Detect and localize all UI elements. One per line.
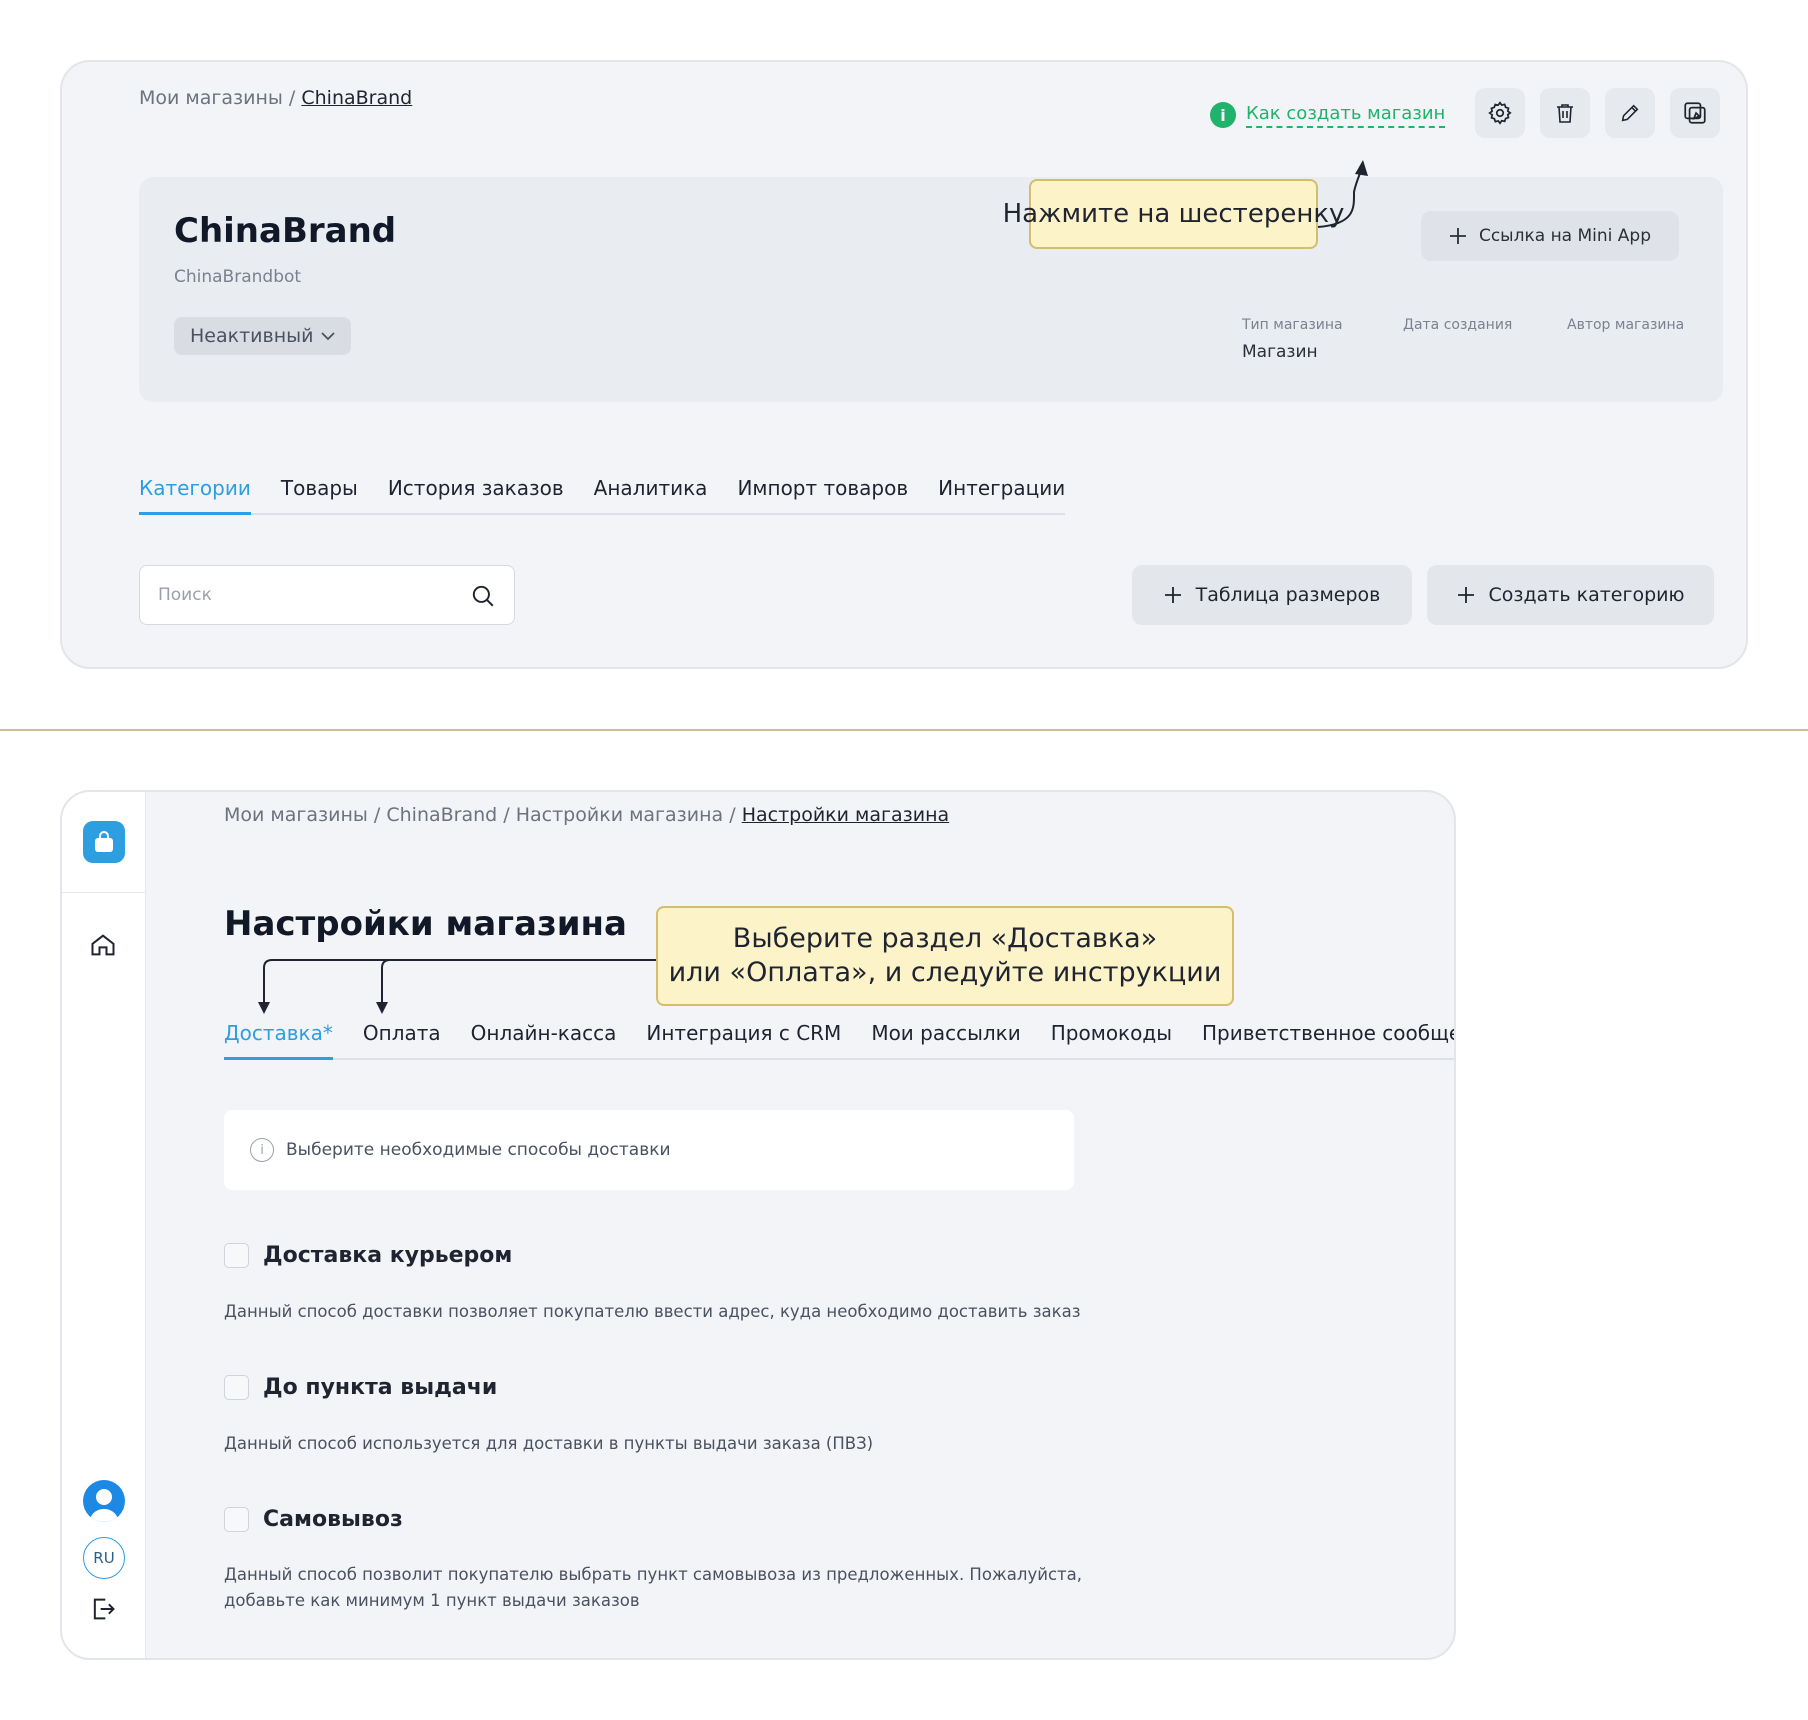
checkbox[interactable] bbox=[224, 1375, 249, 1400]
breadcrumb-settings[interactable]: Настройки магазина bbox=[516, 804, 723, 826]
user-icon bbox=[89, 1489, 119, 1522]
copy-icon bbox=[1684, 102, 1706, 124]
breadcrumb: Мои магазины / ChinaBrand bbox=[139, 87, 413, 109]
settings-tabs: Доставка* Оплата Онлайн-касса Интеграция… bbox=[224, 1021, 1454, 1060]
checkbox[interactable] bbox=[224, 1507, 249, 1532]
breadcrumb-current[interactable]: ChinaBrand bbox=[301, 87, 412, 109]
plus-icon bbox=[1164, 587, 1181, 603]
option-courier-desc: Данный способ доставки позволяет покупат… bbox=[224, 1302, 1081, 1321]
breadcrumb-my-stores[interactable]: Мои магазины bbox=[139, 87, 283, 109]
store-info-card: ChinaBrand ChinaBrandbot Неактивный Ссыл… bbox=[139, 177, 1723, 402]
plus-icon bbox=[1457, 587, 1474, 603]
sidebar-separator bbox=[62, 892, 146, 893]
app-logo[interactable] bbox=[83, 821, 125, 863]
tab-crm-integration[interactable]: Интеграция с CRM bbox=[646, 1021, 841, 1058]
meta-created-date: Дата создания bbox=[1403, 317, 1513, 333]
breadcrumb: Мои магазины / ChinaBrand / Настройки ма… bbox=[224, 804, 950, 826]
info-icon: i bbox=[1210, 102, 1236, 128]
edit-button[interactable] bbox=[1605, 88, 1655, 138]
copy-button[interactable] bbox=[1670, 88, 1720, 138]
info-icon: i bbox=[250, 1138, 274, 1162]
page-title: Настройки магазина bbox=[224, 904, 627, 944]
breadcrumb-current[interactable]: Настройки магазина bbox=[742, 804, 949, 826]
size-table-button[interactable]: Таблица размеров bbox=[1132, 565, 1412, 625]
avatar[interactable] bbox=[83, 1480, 125, 1522]
sidebar: RU bbox=[62, 792, 146, 1658]
option-pickup-point-desc: Данный способ используется для доставки … bbox=[224, 1434, 874, 1453]
tab-categories[interactable]: Категории bbox=[139, 476, 251, 515]
search-icon[interactable] bbox=[470, 583, 496, 609]
tab-order-history[interactable]: История заказов bbox=[388, 476, 564, 513]
search-input[interactable]: Поиск bbox=[139, 565, 515, 625]
tab-analytics[interactable]: Аналитика bbox=[594, 476, 708, 513]
settings-button[interactable] bbox=[1475, 88, 1525, 138]
callout-arrows bbox=[258, 959, 656, 1014]
info-banner: i Выберите необходимые способы доставки bbox=[224, 1110, 1074, 1190]
tab-integrations[interactable]: Интеграции bbox=[938, 476, 1065, 513]
meta-store-type: Тип магазина Магазин bbox=[1242, 317, 1343, 362]
shopping-bag-icon bbox=[95, 831, 113, 852]
section-divider bbox=[0, 729, 1808, 731]
hint-callout: Нажмите на шестеренку bbox=[1003, 179, 1344, 249]
chevron-down-icon bbox=[321, 332, 336, 341]
store-name: ChinaBrand bbox=[174, 211, 397, 251]
tab-payment[interactable]: Оплата bbox=[363, 1021, 441, 1058]
home-icon[interactable] bbox=[89, 931, 117, 959]
tab-import-products[interactable]: Импорт товаров bbox=[737, 476, 908, 513]
breadcrumb-my-stores[interactable]: Мои магазины bbox=[224, 804, 368, 826]
pencil-icon bbox=[1621, 104, 1639, 122]
tab-delivery[interactable]: Доставка* bbox=[224, 1021, 333, 1060]
store-settings-panel: RU Мои магазины / ChinaBrand / Настройки… bbox=[60, 790, 1456, 1660]
breadcrumb-store[interactable]: ChinaBrand bbox=[386, 804, 497, 826]
tab-promocodes[interactable]: Промокоды bbox=[1051, 1021, 1172, 1058]
tab-mailings[interactable]: Мои рассылки bbox=[871, 1021, 1020, 1058]
create-category-button[interactable]: Создать категорию bbox=[1427, 565, 1714, 625]
meta-store-author: Автор магазина bbox=[1567, 317, 1685, 333]
store-bot-name: ChinaBrandbot bbox=[174, 267, 302, 287]
delete-button[interactable] bbox=[1540, 88, 1590, 138]
store-tabs: Категории Товары История заказов Аналити… bbox=[139, 476, 1066, 515]
store-page-panel: Мои магазины / ChinaBrand i Как создать … bbox=[60, 60, 1748, 669]
tab-welcome-message[interactable]: Приветственное сообщение bbox=[1202, 1021, 1454, 1058]
option-self-pickup-desc: Данный способ позволит покупателю выбрат… bbox=[224, 1565, 1082, 1610]
logout-icon[interactable] bbox=[89, 1595, 117, 1623]
option-pickup-point[interactable]: До пункта выдачи bbox=[224, 1375, 497, 1400]
language-switch[interactable]: RU bbox=[83, 1537, 125, 1579]
tab-products[interactable]: Товары bbox=[281, 476, 358, 513]
option-self-pickup[interactable]: Самовывоз bbox=[224, 1507, 403, 1532]
hint-callout: Выберите раздел «Доставка» или «Оплата»,… bbox=[656, 906, 1234, 1006]
option-courier[interactable]: Доставка курьером bbox=[224, 1243, 512, 1268]
tab-online-cashbox[interactable]: Онлайн-касса bbox=[471, 1021, 617, 1058]
trash-icon bbox=[1557, 104, 1573, 123]
how-to-create-store-link[interactable]: i Как создать магазин bbox=[1210, 102, 1446, 128]
gear-icon bbox=[1488, 101, 1512, 125]
status-dropdown[interactable]: Неактивный bbox=[174, 317, 352, 355]
checkbox[interactable] bbox=[224, 1243, 249, 1268]
